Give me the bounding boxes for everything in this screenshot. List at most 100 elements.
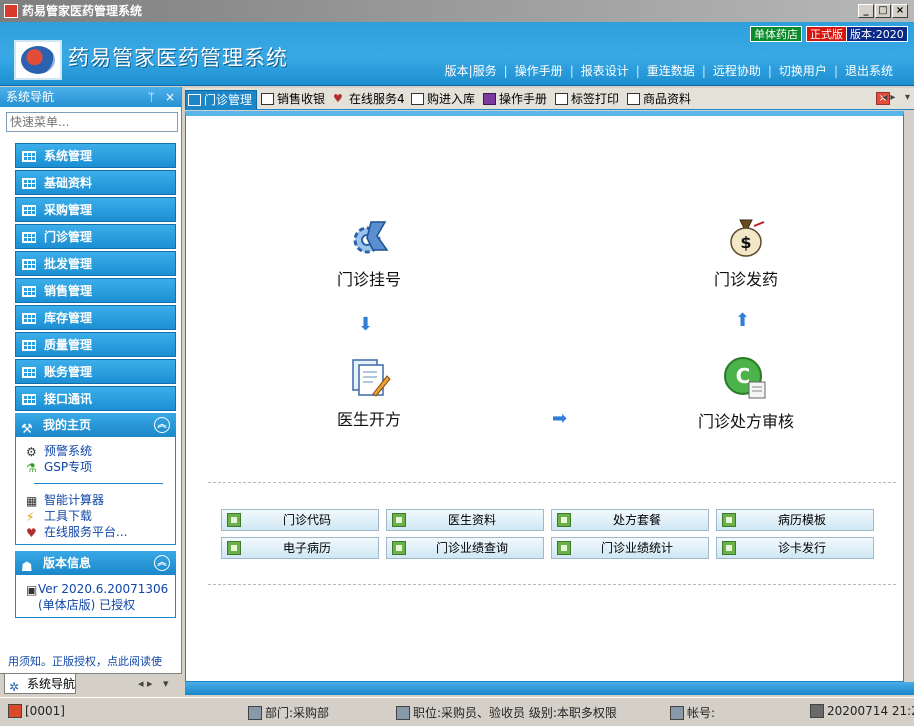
sidebar-tab-controls[interactable]: ◂ ▸ ▾ xyxy=(138,677,169,690)
maximize-button[interactable]: □ xyxy=(875,4,891,18)
link-label: 预警系统 xyxy=(44,444,93,458)
btn-label: 医生资料 xyxy=(447,513,496,527)
position-icon xyxy=(396,706,410,720)
close-button[interactable]: × xyxy=(892,4,908,18)
tab-sales-cashier[interactable]: 销售收银 xyxy=(259,90,325,110)
menu-basic-data[interactable]: 基础资料 xyxy=(15,170,176,195)
grid-icon xyxy=(22,286,36,297)
menu-sales[interactable]: 销售管理 xyxy=(15,278,176,303)
link-tools-download[interactable]: ⚡ 工具下载 xyxy=(24,508,175,524)
link-label: 工具下载 xyxy=(44,509,93,523)
review-icon: C xyxy=(724,357,766,399)
link-online-service[interactable]: ♥ 在线服务平台... xyxy=(24,524,175,540)
license-icon: ▣ xyxy=(26,583,38,597)
btn-performance-query[interactable]: 门诊业绩查询 xyxy=(386,537,544,559)
btn-label: 病历模板 xyxy=(777,513,826,527)
content-right-edge xyxy=(904,111,914,682)
home-panel-body: ⚙ 预警系统 ⚗ GSP专项 ▦ 智能计算器 ⚡ 工具下载 ♥ 在线服务平台... xyxy=(15,437,176,545)
sidebar-nav-tab[interactable]: ✲ 系统导航 xyxy=(4,674,76,694)
tab-manual[interactable]: 操作手册 xyxy=(481,90,547,110)
sidebar-close-icon[interactable]: × xyxy=(165,87,175,107)
nav-manual[interactable]: 操作手册 xyxy=(508,62,570,79)
tab-label: 购进入库 xyxy=(427,92,476,106)
status-datetime-text: 20200714 21:2 xyxy=(827,704,914,718)
menu-inventory[interactable]: 库存管理 xyxy=(15,305,176,330)
svg-text:$: $ xyxy=(740,233,751,252)
menu-purchase[interactable]: 采购管理 xyxy=(15,197,176,222)
license-notice-link[interactable]: 用须知。正版授权，点此阅读使 xyxy=(8,653,180,669)
btn-clinic-code[interactable]: 门诊代码 xyxy=(221,509,379,531)
divider-top xyxy=(208,482,896,483)
tab-label: 标签打印 xyxy=(571,92,620,106)
status-position-text: 职位:采购员、验收员 级别:本职多权限 xyxy=(413,706,617,720)
btn-prescription-package[interactable]: 处方套餐 xyxy=(551,509,709,531)
link-warning-system[interactable]: ⚙ 预警系统 xyxy=(24,443,175,459)
arrow-up-icon: ⬆ xyxy=(735,310,751,331)
module-icon xyxy=(227,541,241,555)
tab-purchase-inbound[interactable]: 购进入库 xyxy=(409,90,475,110)
content-bottom-band xyxy=(185,682,914,695)
flow-dispense[interactable]: $ 门诊发药 xyxy=(701,214,791,290)
nav-report-design[interactable]: 报表设计 xyxy=(574,62,636,79)
menu-accounts[interactable]: 账务管理 xyxy=(15,359,176,384)
home-panel-header[interactable]: ⚒ 我的主页 ︽ xyxy=(15,413,176,437)
sidebar: 系统导航 ᛘ × 系统管理 基础资料 采购管理 门诊管理 批发管理 销售管理 库… xyxy=(0,87,182,695)
module-icon xyxy=(722,541,736,555)
minimize-button[interactable]: _ xyxy=(858,4,874,18)
menu-wholesale[interactable]: 批发管理 xyxy=(15,251,176,276)
warning-icon: ⚙ xyxy=(26,445,37,459)
tab-product-data[interactable]: 商品资料 xyxy=(625,90,691,110)
menu-clinic[interactable]: 门诊管理 xyxy=(15,224,176,249)
sidebar-header: 系统导航 ᛘ × xyxy=(0,87,181,107)
nav-switch-user[interactable]: 切换用户 xyxy=(772,62,834,79)
grid-icon xyxy=(22,232,36,243)
tab-label-print[interactable]: 标签打印 xyxy=(553,90,619,110)
sidebar-title: 系统导航 xyxy=(6,90,55,104)
module-icon xyxy=(392,541,406,555)
btn-doctor-data[interactable]: 医生资料 xyxy=(386,509,544,531)
menu-interface[interactable]: 接口通讯 xyxy=(15,386,176,411)
quick-menu-search[interactable] xyxy=(6,112,178,132)
grid-icon xyxy=(411,93,424,105)
link-calculator[interactable]: ▦ 智能计算器 xyxy=(24,492,175,508)
collapse-icon[interactable]: ︽ xyxy=(154,555,170,571)
nav-version-service[interactable]: 版本|服务 xyxy=(438,62,504,79)
app-icon xyxy=(4,4,18,18)
grid-icon xyxy=(22,394,36,405)
status-bar: [0001] 部门:采购部 职位:采购员、验收员 级别:本职多权限 帐号: 20… xyxy=(0,697,914,726)
nav-reconnect[interactable]: 重连数据 xyxy=(640,62,702,79)
btn-electronic-record[interactable]: 电子病历 xyxy=(221,537,379,559)
flow-register[interactable]: 门诊挂号 xyxy=(324,216,414,290)
menu-label: 库存管理 xyxy=(44,311,93,325)
status-department: 部门:采购部 xyxy=(248,704,329,721)
tab-online-service[interactable]: ♥ 在线服务4 xyxy=(331,90,405,110)
tab-clinic-management[interactable]: 门诊管理 xyxy=(185,90,258,110)
version-panel-title: 版本信息 xyxy=(43,556,92,570)
pin-icon[interactable]: ᛘ xyxy=(148,87,155,107)
window-titlebar: 药易管家医药管理系统 _ □ × xyxy=(0,0,914,22)
menu-quality[interactable]: 质量管理 xyxy=(15,332,176,357)
collapse-icon[interactable]: ︽ xyxy=(154,417,170,433)
lightning-icon: ⚡ xyxy=(26,510,35,524)
status-position: 职位:采购员、验收员 级别:本职多权限 xyxy=(396,704,617,721)
menu-system-management[interactable]: 系统管理 xyxy=(15,143,176,168)
tab-scroll-controls[interactable]: ◂ ▸ ▾ xyxy=(882,92,910,103)
status-session: [0001] xyxy=(8,704,65,718)
version-panel-header[interactable]: ☗ 版本信息 ︽ xyxy=(15,551,176,575)
department-icon xyxy=(248,706,262,720)
sidebar-footer: ✲ 系统导航 ◂ ▸ ▾ xyxy=(0,673,182,695)
flow-prescribe[interactable]: 医生开方 xyxy=(324,356,414,430)
gear-icon xyxy=(353,221,389,254)
btn-record-template[interactable]: 病历模板 xyxy=(716,509,874,531)
btn-performance-stats[interactable]: 门诊业绩统计 xyxy=(551,537,709,559)
nav-remote-assist[interactable]: 远程协助 xyxy=(706,62,768,79)
status-session-text: [0001] xyxy=(25,704,65,718)
grid-icon xyxy=(627,93,640,105)
link-gsp[interactable]: ⚗ GSP专项 xyxy=(24,459,175,475)
nav-exit[interactable]: 退出系统 xyxy=(838,62,900,79)
flow-review[interactable]: C 门诊处方审核 xyxy=(686,356,806,432)
service-icon: ♥ xyxy=(333,92,343,105)
status-department-text: 部门:采购部 xyxy=(265,706,330,720)
btn-card-issue[interactable]: 诊卡发行 xyxy=(716,537,874,559)
grid-icon xyxy=(22,151,36,162)
